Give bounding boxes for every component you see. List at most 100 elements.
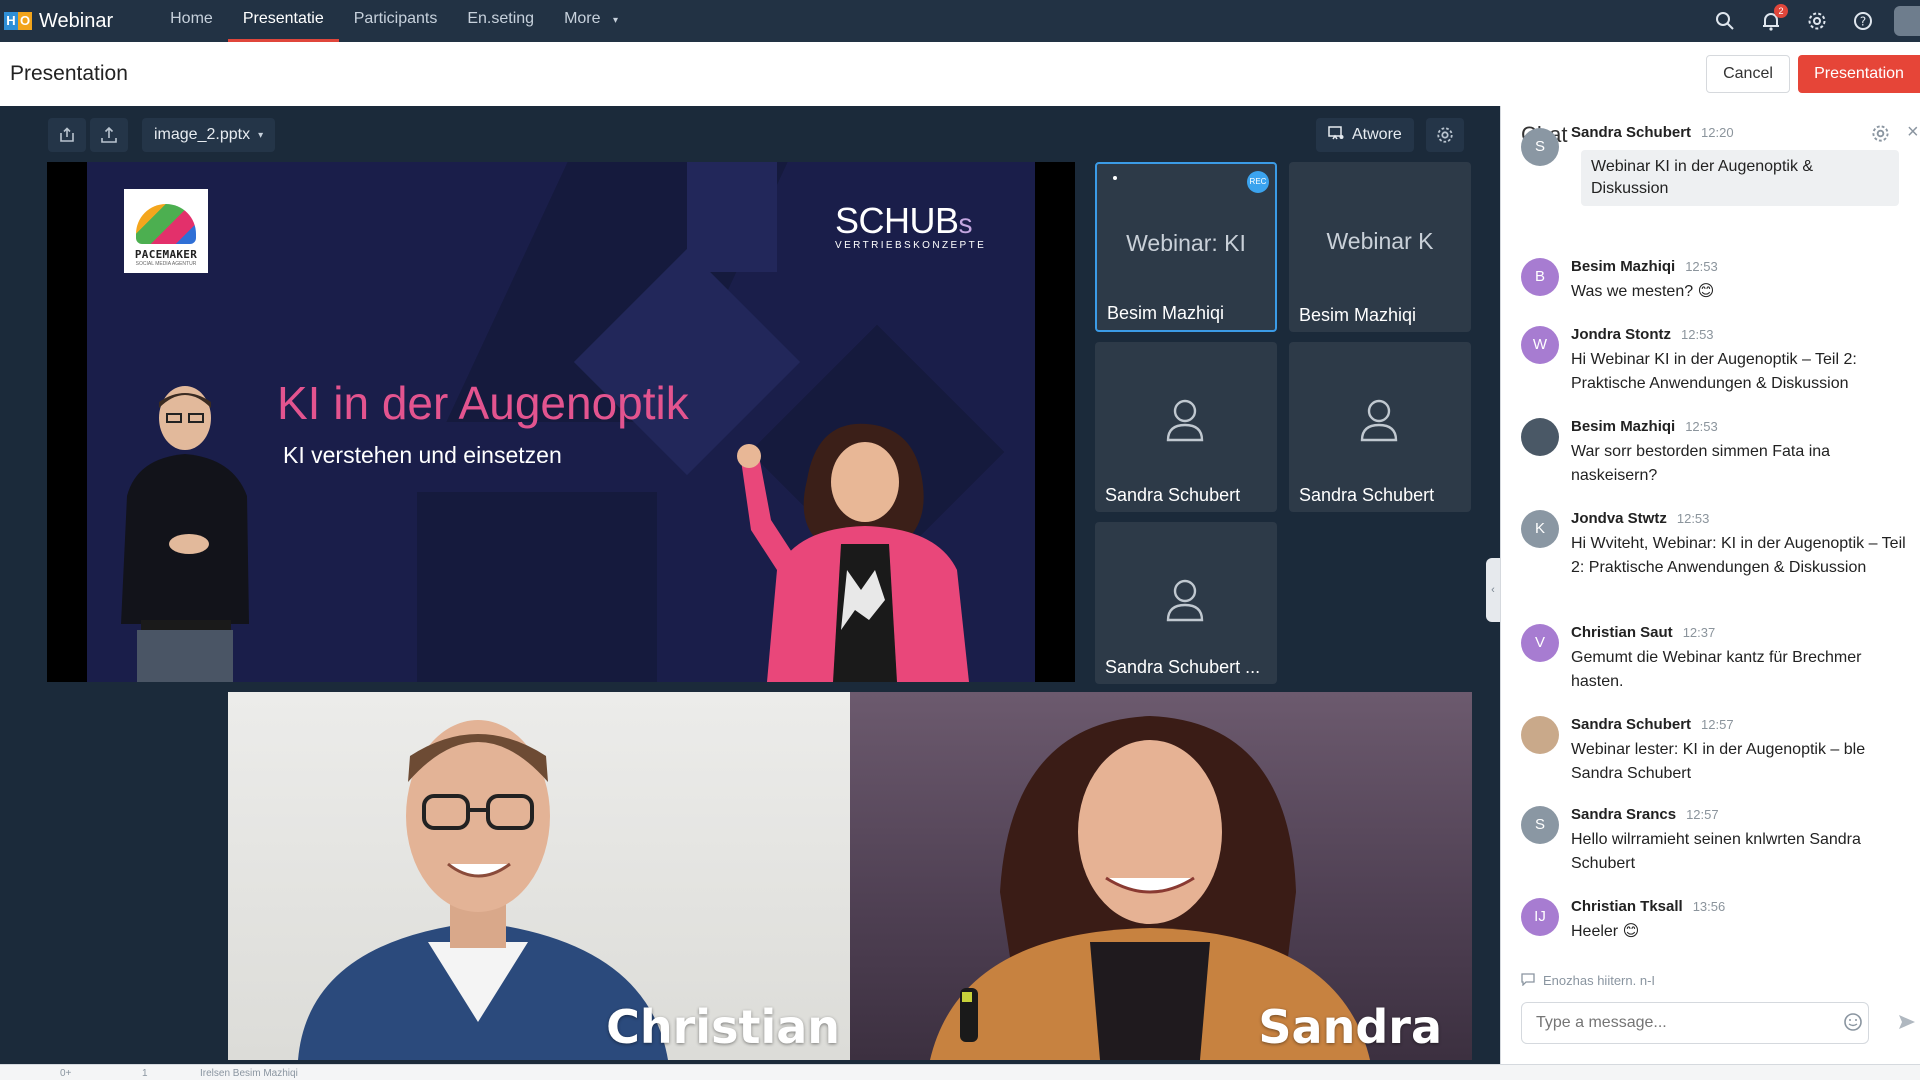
participant-tile[interactable]: Sandra Schubert ... (1095, 522, 1277, 684)
chat-time: 12:53 (1681, 327, 1714, 342)
participant-tile[interactable]: Webinar K Besim Mazhiqi (1289, 162, 1471, 332)
chat-time: 12:53 (1685, 419, 1718, 434)
presentation-button[interactable]: Presentation (1798, 55, 1920, 93)
status-item: Irelsen Besim Mazhiqi (200, 1068, 298, 1079)
chat-time: 12:20 (1701, 125, 1734, 140)
presentation-toolbar-right: Atwore (1316, 118, 1464, 152)
file-select-dropdown[interactable]: image_2.pptx ▾ (142, 118, 276, 152)
chat-message-meta: Sandra Schubert 12:57 (1571, 716, 1734, 733)
chat-avatar (1521, 716, 1559, 754)
upload-button[interactable] (90, 118, 128, 152)
chat-author: Jondra Stontz (1571, 326, 1671, 343)
gear-icon[interactable] (1806, 10, 1828, 32)
participant-name: Sandra Schubert (1105, 485, 1241, 505)
notification-badge: 2 (1774, 4, 1788, 18)
participant-tile[interactable]: Sandra Schubert (1289, 342, 1471, 512)
stage-settings-button[interactable] (1425, 118, 1464, 152)
chat-message-meta: Jondva Stwtz 12:53 (1571, 510, 1709, 527)
nav-presentatie[interactable]: Presentatie (227, 0, 339, 42)
chat-avatar: IJ (1521, 898, 1559, 936)
schubs-logo: SCHUBs VERTRIEBSKONZEPTE (835, 200, 986, 251)
pacemaker-logo-subtext: SOCIAL MEDIA AGENTUR (135, 261, 197, 267)
user-avatar[interactable] (1894, 6, 1920, 36)
chat-message-text: Hi Webinar KI in der Augenoptik – Teil 2… (1571, 351, 1857, 392)
search-icon[interactable] (1714, 10, 1736, 32)
schubs-subline: VERTRIEBSKONZEPTE (835, 240, 987, 251)
pacemaker-logo-text: PACEMAKER (134, 248, 198, 261)
chat-message-bubble: Webinar KI in der Augenoptik & Diskussio… (1581, 150, 1899, 206)
chat-avatar: V (1521, 624, 1559, 662)
chat-avatar: B (1521, 258, 1559, 296)
chat-bubble-icon (1521, 972, 1535, 989)
chat-author: Sandra Srancs (1571, 806, 1677, 823)
user-placeholder-icon (1166, 399, 1204, 442)
page-title: Presentation (10, 62, 128, 85)
chat-avatar: S (1521, 128, 1559, 166)
chat-message-input[interactable] (1521, 1002, 1869, 1044)
chat-message-text: Heeler 😊 (1571, 923, 1640, 940)
help-icon[interactable]: ? (1852, 10, 1874, 32)
nav-more-label: More (564, 10, 601, 27)
slide-title: KI in der Augenoptik (277, 377, 689, 429)
close-icon[interactable]: × (1907, 121, 1919, 144)
slide-decoration (417, 492, 657, 682)
bell-icon[interactable]: 2 (1760, 4, 1788, 32)
live-badge: REC (1247, 171, 1269, 193)
chat-message-text: Was we mesten? 😊 (1571, 283, 1715, 300)
chat-time: 12:37 (1682, 625, 1716, 640)
schubs-brand: SCHUB (835, 200, 959, 241)
app-logo[interactable]: H O (4, 12, 32, 30)
emoji-icon[interactable] (1843, 1012, 1863, 1038)
bottom-status-bar: 0+ 1 Irelsen Besim Mazhiqi (0, 1064, 1920, 1080)
chat-avatar (1521, 418, 1559, 456)
pacemaker-logo-mark (136, 204, 196, 244)
awore-label: Atwore (1352, 126, 1402, 143)
video-name-label: Christian (606, 1000, 840, 1054)
collapse-chat-handle[interactable]: ‹ (1486, 558, 1500, 622)
chat-author: Jondva Stwtz (1571, 510, 1667, 527)
chat-message-meta: Sandra Srancs 12:57 (1571, 806, 1719, 823)
chat-message-meta: Christian Tksall 13:56 (1571, 898, 1725, 915)
video-feed-sandra[interactable]: Sandra (850, 692, 1472, 1060)
chat-message-meta: Besim Mazhiqi 12:53 (1571, 258, 1718, 275)
presentation-stage: image_2.pptx ▾ Atwore PACEMAKER SOCIAL M… (0, 106, 1500, 1064)
slide-presenter-woman (737, 423, 969, 682)
pacemaker-logo: PACEMAKER SOCIAL MEDIA AGENTUR (124, 189, 208, 273)
status-item: 1 (142, 1068, 148, 1079)
gear-icon (1437, 127, 1453, 143)
slide-decoration (687, 162, 777, 272)
user-placeholder-icon (1360, 399, 1398, 442)
chat-time: 12:57 (1686, 807, 1719, 822)
chat-message-text: Hello wilrramieht seinen knlwrten Sandra… (1571, 831, 1861, 872)
gear-icon[interactable] (1871, 124, 1890, 149)
nav-actions: 2 ? (1690, 0, 1920, 42)
status-item: 0+ (60, 1068, 72, 1079)
awore-button[interactable]: Atwore (1316, 118, 1414, 152)
chevron-down-icon: ▾ (258, 129, 264, 141)
participant-tile[interactable]: REC Webinar: KI Besim Mazhiqi (1095, 162, 1277, 332)
chat-message-meta: Christian Saut 12:37 (1571, 624, 1715, 641)
app-title: Webinar (39, 9, 114, 32)
nav-ensetting[interactable]: En.seting (452, 0, 549, 42)
screen-share-preview: Webinar: KI (1126, 230, 1246, 256)
slide-subtitle: KI verstehen und einsetzen (283, 442, 562, 468)
chat-message-text: Webinar lester: KI in der Augenoptik – b… (1571, 741, 1866, 782)
participant-name: Besim Mazhiqi (1299, 305, 1417, 325)
cancel-button[interactable]: Cancel (1706, 55, 1790, 93)
typing-indicator: Enozhas hiitern. n-I (1521, 972, 1655, 989)
chat-avatar: K (1521, 510, 1559, 548)
participant-tile[interactable]: Sandra Schubert (1095, 342, 1277, 512)
user-placeholder-icon (1166, 579, 1204, 622)
video-feed-christian[interactable]: Christian (228, 692, 850, 1060)
nav-home[interactable]: Home (155, 0, 228, 42)
nav-more[interactable]: More ▾ (549, 0, 633, 42)
presentation-slide[interactable]: PACEMAKER SOCIAL MEDIA AGENTUR SCHUBs VE… (87, 162, 1035, 682)
slide-presenter-man (121, 386, 249, 682)
schubs-brand-s: s (958, 208, 973, 239)
send-icon[interactable] (1897, 1012, 1917, 1038)
nav-participants[interactable]: Participants (339, 0, 453, 42)
file-name: image_2.pptx (154, 126, 251, 143)
share-screen-button[interactable] (48, 118, 86, 152)
chevron-down-icon: ▾ (612, 15, 618, 26)
video-name-label: Sandra (1258, 1000, 1442, 1054)
